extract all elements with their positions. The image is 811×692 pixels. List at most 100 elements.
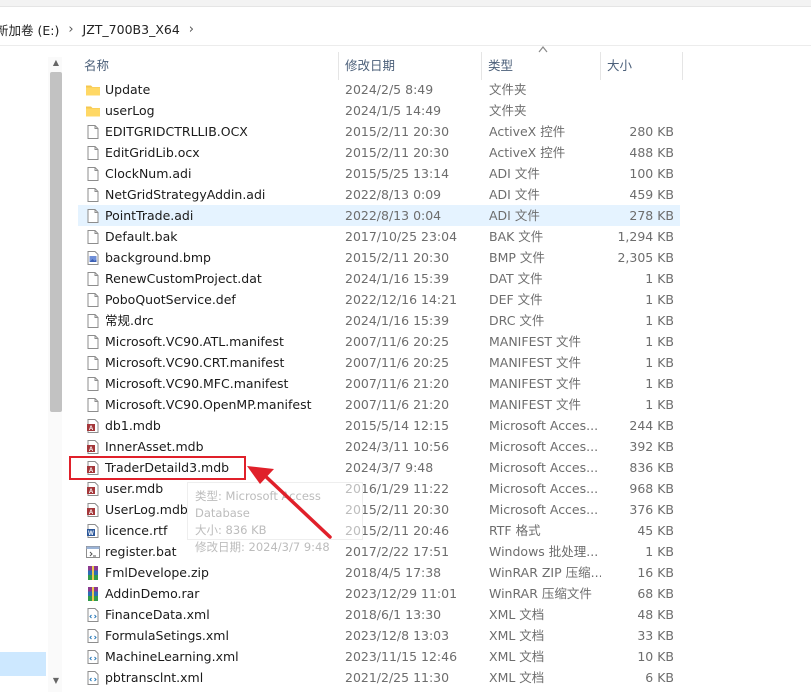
- breadcrumb-folder[interactable]: JZT_700B3_X64: [83, 22, 180, 37]
- file-row[interactable]: Auser.mdb 2016/1/29 11:22 Microsoft Acces.…: [78, 478, 680, 499]
- file-row[interactable]: Adb1.mdb 2015/5/14 12:15 Microsoft Acces..…: [78, 415, 680, 436]
- file-name[interactable]: userLog: [105, 100, 155, 121]
- scroll-down-icon[interactable]: ▼: [50, 676, 62, 685]
- file-name-cell[interactable]: Adb1.mdb: [85, 415, 340, 436]
- file-type: Windows 批处理...: [489, 544, 599, 559]
- file-name[interactable]: NetGridStrategyAddin.adi: [105, 184, 265, 205]
- file-name-cell[interactable]: background.bmp: [85, 247, 340, 268]
- chevron-right-icon[interactable]: ›: [68, 22, 73, 37]
- file-name[interactable]: PoboQuotService.def: [105, 289, 236, 310]
- file-row[interactable]: AddinDemo.rar 2023/12/29 11:01 WinRAR 压缩文件…: [78, 583, 680, 604]
- ribbon-strip: [0, 0, 811, 7]
- column-header-size[interactable]: 大小: [601, 52, 683, 80]
- file-row[interactable]: FinanceData.xml 2018/6/1 13:30 XML 文档 48 KB: [78, 604, 680, 625]
- file-row[interactable]: Default.bak 2017/10/25 23:04 BAK 文件 1,294 K…: [78, 226, 680, 247]
- file-row[interactable]: FormulaSetings.xml 2023/12/8 13:03 XML 文档 3…: [78, 625, 680, 646]
- scroll-up-icon[interactable]: ▲: [50, 58, 62, 67]
- file-name-cell[interactable]: Microsoft.VC90.CRT.manifest: [85, 352, 340, 373]
- file-row[interactable]: NetGridStrategyAddin.adi 2022/8/13 0:09 AD…: [78, 184, 680, 205]
- file-name-cell[interactable]: PoboQuotService.def: [85, 289, 340, 310]
- file-row[interactable]: PoboQuotService.def 2022/12/16 14:21 DEF 文…: [78, 289, 680, 310]
- file-name[interactable]: EDITGRIDCTRLLIB.OCX: [105, 121, 248, 142]
- file-name[interactable]: PointTrade.adi: [105, 205, 193, 226]
- file-name-cell[interactable]: NetGridStrategyAddin.adi: [85, 184, 340, 205]
- file-name[interactable]: FormulaSetings.xml: [105, 625, 229, 646]
- file-name[interactable]: db1.mdb: [105, 415, 161, 436]
- file-name[interactable]: ClockNum.adi: [105, 163, 191, 184]
- file-name[interactable]: RenewCustomProject.dat: [105, 268, 262, 289]
- file-row[interactable]: PointTrade.adi 2022/8/13 0:04 ADI 文件 278 KB: [78, 205, 680, 226]
- file-name-cell[interactable]: PointTrade.adi: [85, 205, 340, 226]
- file-name-cell[interactable]: EDITGRIDCTRLLIB.OCX: [85, 121, 340, 142]
- address-bar[interactable]: 新加卷 (E:) › JZT_700B3_X64 ›: [0, 14, 811, 46]
- column-header-type[interactable]: 类型: [482, 52, 601, 80]
- column-header-date[interactable]: 修改日期: [339, 52, 482, 80]
- file-name-cell[interactable]: userLog: [85, 100, 340, 121]
- file-row[interactable]: userLog 2024/1/5 14:49 文件夹: [78, 100, 680, 121]
- file-name[interactable]: Microsoft.VC90.OpenMP.manifest: [105, 394, 312, 415]
- file-name[interactable]: register.bat: [105, 541, 177, 562]
- file-size: 836 KB: [629, 460, 674, 475]
- file-row[interactable]: FmlDevelope.zip 2018/4/5 17:38 WinRAR ZIP …: [78, 562, 680, 583]
- file-row[interactable]: pbtransclnt.xml 2021/2/25 11:30 XML 文档 6 KB: [78, 667, 680, 688]
- file-type: XML 文档: [489, 607, 545, 622]
- file-row[interactable]: A InnerAsset.mdb 2024/3/11 10:56 Microsoft …: [78, 436, 680, 457]
- file-name-cell[interactable]: MachineLearning.xml: [85, 646, 340, 667]
- file-row[interactable]: Update 2024/2/5 8:49 文件夹: [78, 79, 680, 100]
- file-name[interactable]: FmlDevelope.zip: [105, 562, 209, 583]
- file-row[interactable]: EDITGRIDCTRLLIB.OCX 2015/2/11 20:30 Active…: [78, 121, 680, 142]
- file-name-cell[interactable]: A InnerAsset.mdb: [85, 436, 340, 457]
- file-name[interactable]: InnerAsset.mdb: [105, 436, 204, 457]
- file-name-cell[interactable]: Microsoft.VC90.MFC.manifest: [85, 373, 340, 394]
- file-name-cell[interactable]: AddinDemo.rar: [85, 583, 340, 604]
- file-name-cell[interactable]: Microsoft.VC90.ATL.manifest: [85, 331, 340, 352]
- file-row[interactable]: Microsoft.VC90.MFC.manifest 2007/11/6 21:…: [78, 373, 680, 394]
- file-name[interactable]: Update: [105, 79, 150, 100]
- nav-scrollbar-thumb[interactable]: [50, 72, 62, 412]
- file-name[interactable]: UserLog.mdb: [105, 499, 188, 520]
- file-row[interactable]: Microsoft.VC90.OpenMP.manifest 2007/11/6 …: [78, 394, 680, 415]
- file-row[interactable]: Wlicence.rtf 2015/2/11 20:46 RTF 格式 45 KB: [78, 520, 680, 541]
- file-name[interactable]: FinanceData.xml: [105, 604, 210, 625]
- file-name-cell[interactable]: Default.bak: [85, 226, 340, 247]
- file-name-cell[interactable]: RenewCustomProject.dat: [85, 268, 340, 289]
- file-name-cell[interactable]: ClockNum.adi: [85, 163, 340, 184]
- file-name[interactable]: Microsoft.VC90.MFC.manifest: [105, 373, 288, 394]
- file-name[interactable]: background.bmp: [105, 247, 211, 268]
- file-row[interactable]: A UserLog.mdb 2015/2/11 20:30 Microsoft Acc…: [78, 499, 680, 520]
- file-name-cell[interactable]: Microsoft.VC90.OpenMP.manifest: [85, 394, 340, 415]
- file-name[interactable]: licence.rtf: [105, 520, 167, 541]
- file-row[interactable]: Microsoft.VC90.CRT.manifest 2007/11/6 20:…: [78, 352, 680, 373]
- file-row[interactable]: Microsoft.VC90.ATL.manifest 2007/11/6 20:…: [78, 331, 680, 352]
- file-name[interactable]: Microsoft.VC90.CRT.manifest: [105, 352, 284, 373]
- file-name[interactable]: MachineLearning.xml: [105, 646, 239, 667]
- file-name[interactable]: AddinDemo.rar: [105, 583, 199, 604]
- file-row[interactable]: EditGridLib.ocx 2015/2/11 20:30 ActiveX 控件…: [78, 142, 680, 163]
- file-name-cell[interactable]: EditGridLib.ocx: [85, 142, 340, 163]
- file-name-cell[interactable]: 常规.drc: [85, 310, 340, 331]
- file-name[interactable]: Microsoft.VC90.ATL.manifest: [105, 331, 284, 352]
- file-date: 2007/11/6 20:25: [345, 355, 450, 370]
- file-size: 1 KB: [645, 355, 674, 370]
- file-row[interactable]: 常规.drc 2024/1/16 15:39 DRC 文件 1 KB: [78, 310, 680, 331]
- file-row[interactable]: ClockNum.adi 2015/5/25 13:14 ADI 文件 100 KB: [78, 163, 680, 184]
- file-name[interactable]: Default.bak: [105, 226, 177, 247]
- file-name-cell[interactable]: pbtransclnt.xml: [85, 667, 340, 688]
- file-row[interactable]: RenewCustomProject.dat 2024/1/16 15:39 DAT…: [78, 268, 680, 289]
- file-name-cell[interactable]: FmlDevelope.zip: [85, 562, 340, 583]
- file-name[interactable]: 常规.drc: [105, 310, 154, 331]
- column-header-name[interactable]: 名称: [78, 52, 339, 80]
- file-name[interactable]: EditGridLib.ocx: [105, 142, 200, 163]
- list-scrollbar[interactable]: [796, 47, 811, 692]
- chevron-right-icon[interactable]: ›: [189, 22, 194, 37]
- file-name[interactable]: user.mdb: [105, 478, 163, 499]
- file-name-cell[interactable]: FormulaSetings.xml: [85, 625, 340, 646]
- nav-selected-item[interactable]: [0, 652, 46, 676]
- file-row[interactable]: MachineLearning.xml 2023/11/15 12:46 XML 文…: [78, 646, 680, 667]
- file-row[interactable]: register.bat 2017/2/22 17:51 Windows 批处理..…: [78, 541, 680, 562]
- file-name-cell[interactable]: Update: [85, 79, 340, 100]
- file-row[interactable]: background.bmp 2015/2/11 20:30 BMP 文件 2,305…: [78, 247, 680, 268]
- file-name-cell[interactable]: FinanceData.xml: [85, 604, 340, 625]
- file-name[interactable]: pbtransclnt.xml: [105, 667, 203, 688]
- breadcrumb-drive[interactable]: 新加卷 (E:): [0, 20, 59, 39]
